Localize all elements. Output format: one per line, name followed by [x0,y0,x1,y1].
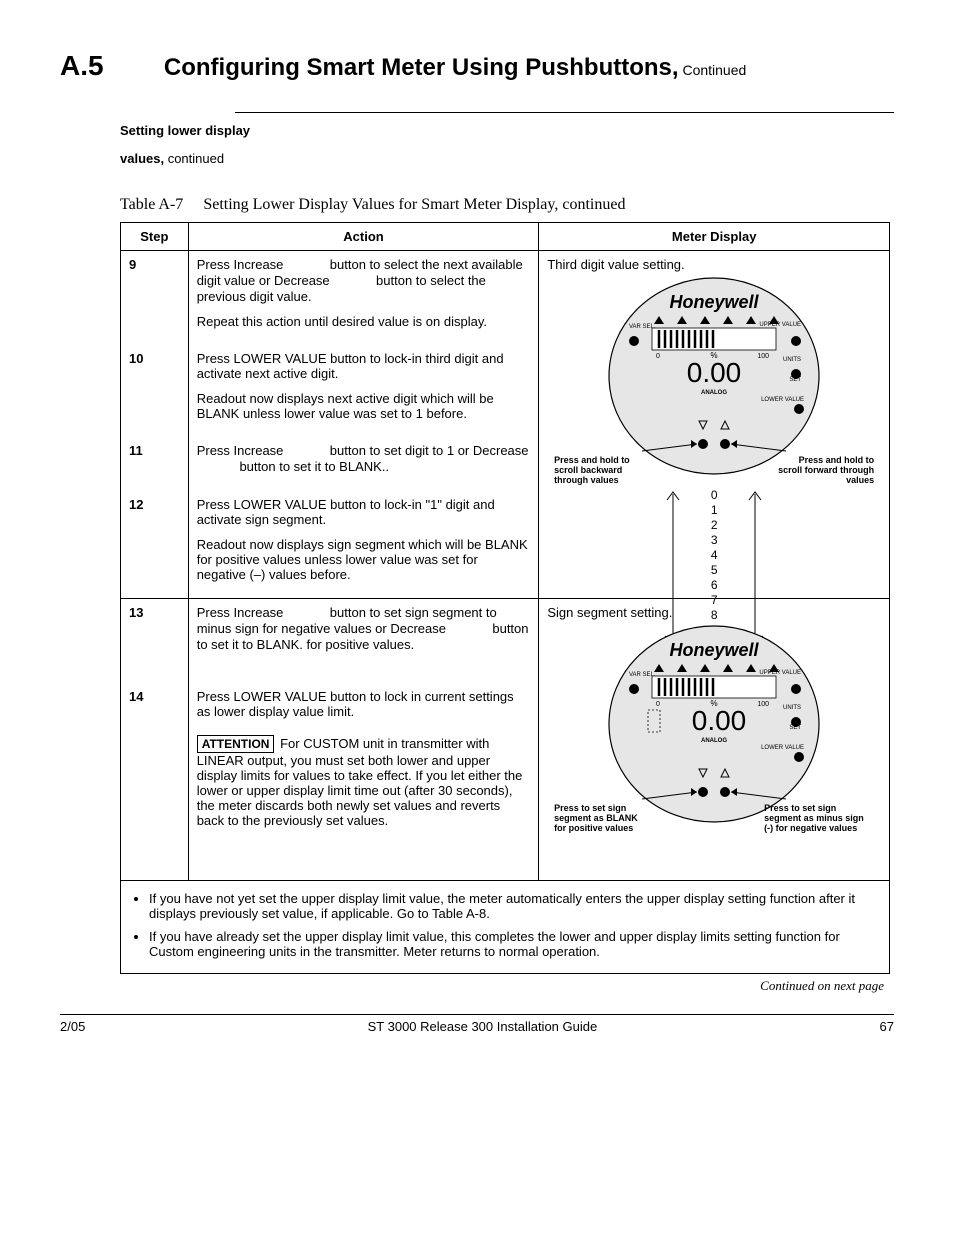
svg-text:LOWER VALUE: LOWER VALUE [761,745,804,751]
attention-badge: ATTENTION [197,735,275,753]
action-text: Press LOWER VALUE button to lock in curr… [197,689,531,719]
action-cell: Press Increase button to set sign segmen… [188,599,539,684]
action-cell: Press LOWER VALUE button to lock-in thir… [188,345,539,437]
svg-text:VAR SEL.: VAR SEL. [629,324,656,330]
digit-value-list: 0 1 2 3 4 5 6 7 8 9 [694,488,734,638]
subheading-bold: values, [120,151,164,166]
action-text: button to set it to BLANK.. [236,459,389,474]
continued-next-page: Continued on next page [60,978,894,994]
meter-svg: Honeywell 0 % 100 0.00 ANALOG [604,276,824,486]
section-title: Configuring Smart Meter Using Pushbutton… [164,54,679,81]
action-text: Press LOWER VALUE button to lock-in "1" … [197,497,531,527]
notes-cell: If you have not yet set the upper displa… [121,881,890,974]
meter-left-caption: Press and hold to scroll backward throug… [554,456,654,486]
col-step: Step [121,223,189,251]
step-number: 12 [121,491,189,599]
svg-text:100: 100 [757,701,769,708]
meter-title: Third digit value setting. [547,257,881,272]
section-number: A.5 [60,50,160,82]
action-text: Press LOWER VALUE button to lock-in thir… [197,351,531,381]
step-number: 11 [121,437,189,491]
action-cell: Press Increase button to set digit to 1 … [188,437,539,491]
continued-label: Continued [682,62,746,78]
svg-text:ANALOG: ANALOG [701,390,727,396]
note-item: If you have not yet set the upper displa… [149,891,881,921]
action-text: Press Increase [197,443,287,458]
svg-text:UPPER VALUE: UPPER VALUE [760,322,802,328]
note-item: If you have already set the upper displa… [149,929,881,959]
action-text: button to set digit to 1 or Decrease [326,443,528,458]
step-number: 14 [121,683,189,880]
col-action: Action [188,223,539,251]
svg-text:UNITS: UNITS [783,705,801,711]
divider [235,112,894,113]
subheading-line1: Setting lower display [60,123,894,138]
svg-text:VAR SEL.: VAR SEL. [629,672,656,678]
action-text: Readout now displays next active digit w… [197,391,531,421]
meter-diagram: Honeywell 0 % 100 0.00 ANALOG [569,276,859,486]
steps-table: Step Action Meter Display 9 Press Increa… [120,222,890,974]
col-meter: Meter Display [539,223,890,251]
table-caption-label: Table A-7 [120,196,183,213]
svg-text:Honeywell: Honeywell [670,292,760,312]
svg-text:0: 0 [656,353,660,360]
footer-date: 2/05 [60,1019,85,1034]
svg-text:Honeywell: Honeywell [670,640,760,660]
action-text: Press Increase [197,257,287,272]
page-footer: 2/05 ST 3000 Release 300 Installation Gu… [60,1014,894,1034]
svg-text:LOWER VALUE: LOWER VALUE [761,397,804,403]
footer-page: 67 [880,1019,894,1034]
table-caption-text: Setting Lower Display Values for Smart M… [203,196,625,213]
table-row: If you have not yet set the upper displa… [121,881,890,974]
action-cell: Press LOWER VALUE button to lock in curr… [188,683,539,880]
meter-left-caption: Press to set sign segment as BLANK for p… [554,804,649,834]
svg-text:0: 0 [656,701,660,708]
meter-diagram: Honeywell 0 % 100 0.00 [569,624,859,874]
page-heading: A.5 Configuring Smart Meter Using Pushbu… [60,50,894,82]
subheading-cont-text: continued [164,151,224,166]
step-number: 13 [121,599,189,684]
meter-right-caption: Press and hold to scroll forward through… [774,456,874,486]
action-text: Press Increase [197,605,287,620]
meter-display-cell: Sign segment setting. Honeywell 0 % 100 [539,599,890,881]
svg-text:0.00: 0.00 [692,705,747,736]
svg-text:UNITS: UNITS [783,357,801,363]
action-text: Repeat this action until desired value i… [197,314,531,329]
table-caption: Table A-7 Setting Lower Display Values f… [120,196,894,214]
meter-right-caption: Press to set sign segment as minus sign … [764,804,874,834]
subheading-line2: values, continued [60,151,894,166]
meter-display-cell: Third digit value setting. Honeywell 0 [539,251,890,599]
svg-text:UPPER VALUE: UPPER VALUE [760,670,802,676]
table-row: 9 Press Increase button to select the ne… [121,251,890,346]
svg-text:ANALOG: ANALOG [701,738,727,744]
step-number: 9 [121,251,189,346]
action-cell: Press Increase button to select the next… [188,251,539,346]
svg-text:100: 100 [757,353,769,360]
table-row: 13 Press Increase button to set sign seg… [121,599,890,684]
step-number: 10 [121,345,189,437]
action-cell: Press LOWER VALUE button to lock-in "1" … [188,491,539,599]
action-text: Readout now displays sign segment which … [197,537,531,582]
footer-title: ST 3000 Release 300 Installation Guide [368,1019,598,1034]
svg-text:0.00: 0.00 [687,357,742,388]
